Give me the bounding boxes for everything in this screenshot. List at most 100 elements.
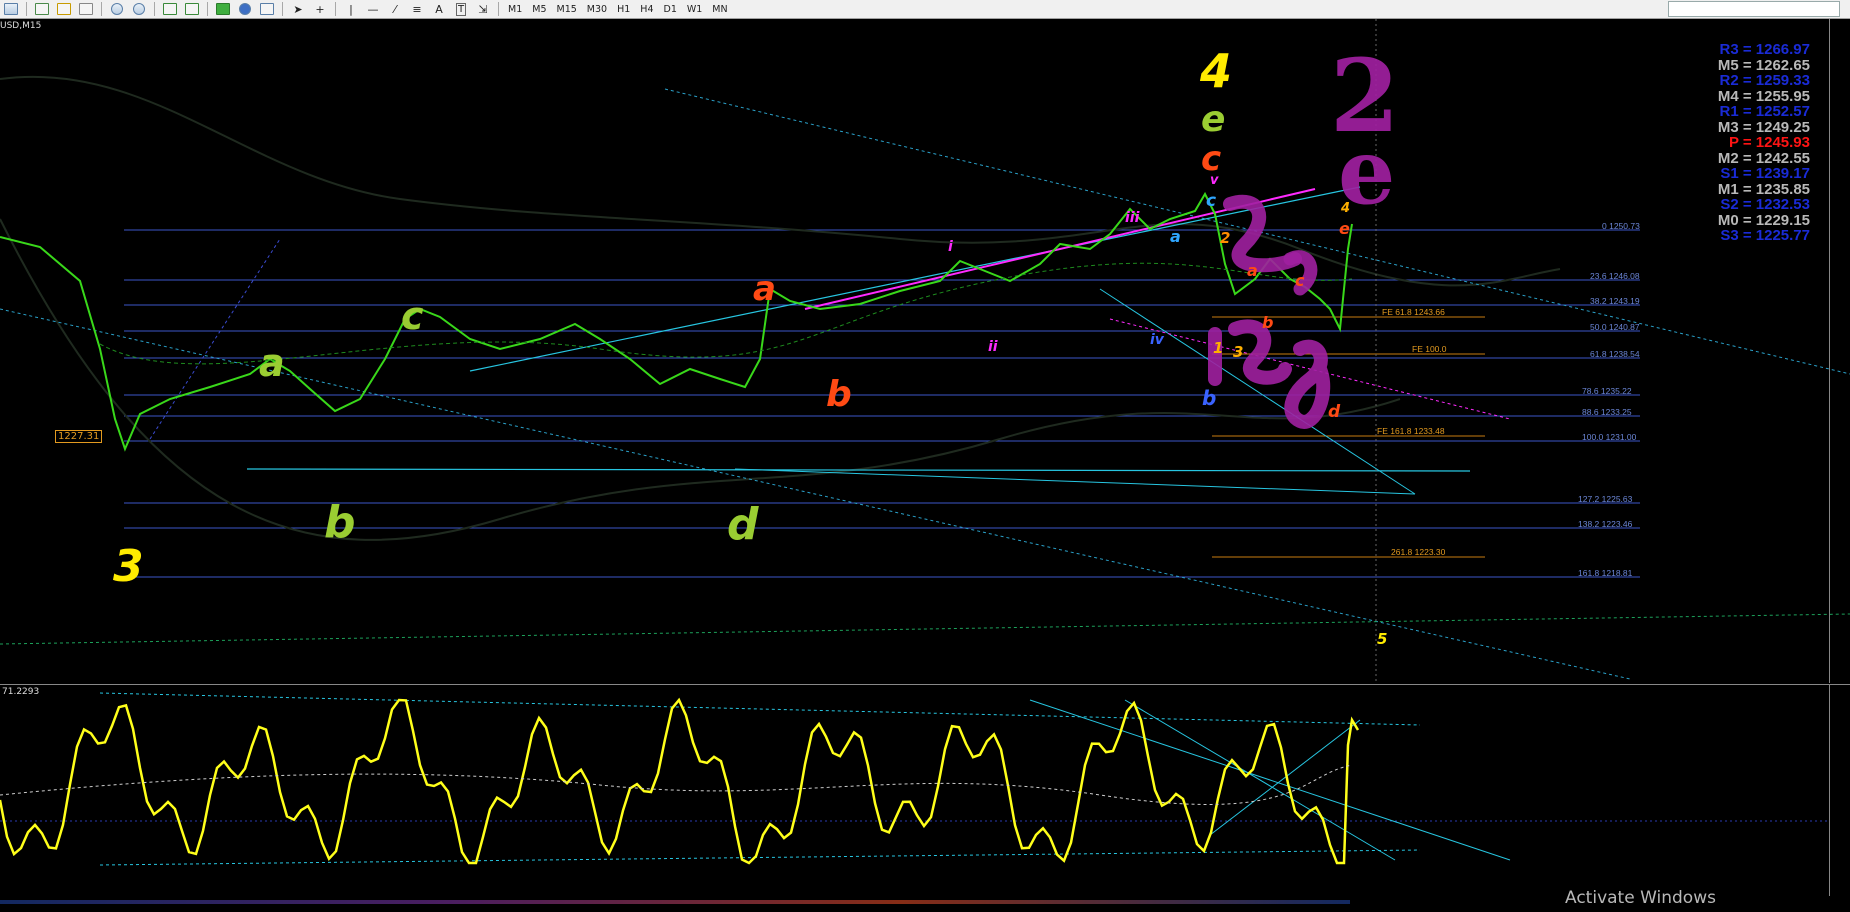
indicator-upper-dotted [99, 692, 1421, 726]
wave-b-label: b [324, 497, 356, 548]
fib-level-10: 161.8 1218.81 [1578, 568, 1633, 578]
timeframe-m30[interactable]: M30 [582, 4, 612, 15]
indicator-lower-dotted [99, 849, 1421, 866]
timeframe-d1[interactable]: D1 [659, 4, 682, 15]
handwritten-e: e [1338, 119, 1396, 225]
wave-1-label: 1 [1213, 339, 1224, 357]
toolbar-separator [498, 2, 499, 16]
timeframe-m5[interactable]: M5 [527, 4, 551, 15]
timeframe-bar: M1 M5 M15 M30 H1 H4 D1 W1 MN [503, 4, 733, 15]
wave-b-blue-label: b [1202, 386, 1217, 410]
wave-a-mid-label: a [753, 269, 776, 309]
timeframe-h4[interactable]: H4 [635, 4, 658, 15]
indicator-trend-c [1209, 719, 1361, 836]
fib-level-5: 78.6 1235.22 [1582, 386, 1632, 396]
fib-level-3: 50.0 1240.87 [1590, 322, 1640, 332]
pivot-level-0: R3 = 1266.97 [1719, 41, 1811, 58]
trendline-icon[interactable]: ⁄ [385, 1, 405, 17]
fibonacci-icon[interactable]: ≡ [407, 1, 427, 17]
pivot-level-12: S3 = 1225.77 [1720, 227, 1810, 244]
timeframe-h1[interactable]: H1 [612, 4, 635, 15]
toolbar-separator [282, 2, 283, 16]
main-chart[interactable]: USD,M15 1227.31 3 4 5 a b c d a b e c i … [0, 19, 1850, 683]
wave-v-label: v [1210, 173, 1219, 188]
pivot-level-7: M2 = 1242.55 [1717, 149, 1810, 167]
autoscroll-icon[interactable] [182, 1, 202, 17]
indicators-icon[interactable] [213, 1, 233, 17]
vertical-line-icon[interactable]: | [341, 1, 361, 17]
toolbar-separator [101, 2, 102, 16]
pivot-level-10: S2 = 1232.53 [1720, 196, 1810, 213]
wave-a-right-label: a [1247, 261, 1258, 280]
wave-3-label: 3 [113, 541, 144, 592]
indicator-line [0, 697, 1360, 865]
new-chart-icon[interactable] [1, 1, 21, 17]
pivot-level-2: R2 = 1259.33 [1719, 72, 1811, 89]
fib-level-1: 23.6 1246.08 [1590, 271, 1640, 281]
wave-ii-label: ii [988, 339, 998, 355]
toolbar-separator [26, 2, 27, 16]
channel-line-upper [469, 186, 1361, 372]
wave-5-label: 5 [1377, 630, 1388, 648]
wave-c-label: c [401, 294, 424, 338]
zoom-in-icon[interactable] [107, 1, 127, 17]
pivot-level-4: R1 = 1252.57 [1719, 103, 1811, 120]
fe-level-3: 261.8 1223.30 [1391, 547, 1446, 557]
wave-b-right-label: b [1262, 313, 1274, 332]
indicator-value-label: 71.2293 [2, 687, 40, 697]
chart-shift-icon[interactable] [160, 1, 180, 17]
toolbar: ➤ + | — ⁄ ≡ A T ⇲ M1 M5 M15 M30 H1 H4 D1 W1 MN [0, 0, 1850, 19]
toolbar-separator [154, 2, 155, 16]
wave-4-label: 4 [1200, 44, 1233, 98]
search-input[interactable] [1668, 1, 1840, 17]
fib-level-0: 0 1250.73 [1602, 221, 1640, 231]
crosshair-icon[interactable]: + [310, 1, 330, 17]
fib-level-4: 61.8 1238.54 [1590, 349, 1640, 359]
wave-iv-label: iv [1150, 332, 1164, 348]
fib-level-2: 38.2 1243.19 [1590, 296, 1640, 306]
timeframe-m15[interactable]: M15 [552, 4, 582, 15]
fe-level-1: FE 100.0 [1412, 344, 1447, 354]
wave-e-top-label: e [1201, 99, 1226, 140]
periods-icon[interactable] [235, 1, 255, 17]
wave-c-right-label: c [1295, 271, 1305, 290]
falling-line [1099, 288, 1416, 495]
pivot-level-5: M3 = 1249.25 [1717, 118, 1810, 136]
scrollbar-track[interactable] [0, 900, 1350, 904]
timeframe-m1[interactable]: M1 [503, 4, 527, 15]
wave-i-label: i [948, 239, 953, 255]
wave-d-right-label: d [1328, 402, 1341, 422]
wave-a-label: a [259, 341, 285, 385]
bar-chart-icon[interactable] [32, 1, 52, 17]
cursor-icon[interactable]: ➤ [288, 1, 308, 17]
fib-level-7: 100.0 1231.00 [1582, 432, 1637, 442]
fib-level-6: 88.6 1233.25 [1582, 407, 1632, 417]
pivot-level-6: P = 1245.93 [1728, 134, 1810, 151]
horizontal-line-icon[interactable]: — [363, 1, 383, 17]
price-axis [1829, 19, 1850, 683]
trend-line [734, 468, 1416, 495]
text-label-icon[interactable]: T [451, 1, 471, 17]
wave-2-small-label: 2 [1220, 229, 1231, 247]
timeframe-w1[interactable]: W1 [682, 4, 707, 15]
fib-level-8: 127.2 1225.63 [1578, 494, 1633, 504]
zoom-out-icon[interactable] [129, 1, 149, 17]
band-upper [0, 75, 1561, 287]
pivot-level-1: M5 = 1262.65 [1717, 56, 1810, 74]
support-dotted [0, 613, 1850, 645]
text-icon[interactable]: A [429, 1, 449, 17]
templates-icon[interactable] [257, 1, 277, 17]
magenta-dotted [1109, 318, 1511, 420]
candlestick-icon[interactable] [54, 1, 74, 17]
indicator-axis [1829, 685, 1850, 897]
band-lower [0, 218, 1401, 541]
wave-iii-label: iii [1125, 210, 1140, 226]
arrows-icon[interactable]: ⇲ [473, 1, 493, 17]
indicator-signal-line [0, 764, 1353, 805]
pivot-level-11: M0 = 1229.15 [1717, 211, 1810, 229]
indicator-chart[interactable]: 71.2293 [0, 684, 1850, 897]
timeframe-mn[interactable]: MN [707, 4, 732, 15]
pivot-level-9: M1 = 1235.85 [1717, 180, 1810, 198]
line-chart-icon[interactable] [76, 1, 96, 17]
trend-channel-lower [0, 308, 1631, 680]
